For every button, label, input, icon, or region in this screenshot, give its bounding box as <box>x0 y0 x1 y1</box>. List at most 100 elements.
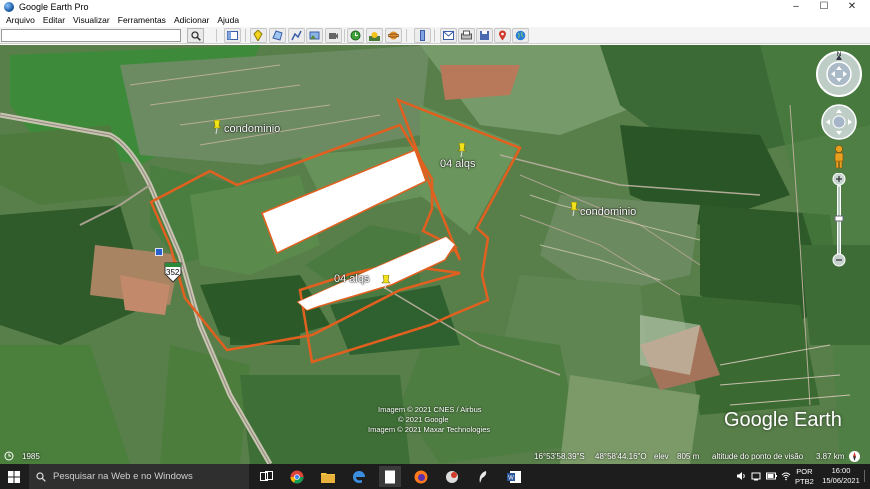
word-taskbar-button[interactable]: W <box>503 466 525 487</box>
speaker-icon[interactable] <box>736 471 746 481</box>
status-bar: 1985 16°53'58.39"S 48°58'44.16"O elev 80… <box>0 449 870 464</box>
add-image-overlay-button[interactable] <box>306 28 323 43</box>
search-input[interactable] <box>1 29 181 42</box>
feather-icon <box>479 470 487 483</box>
minimize-button[interactable]: – <box>782 0 810 13</box>
placemark-label-condominio-e[interactable]: condominio <box>580 206 636 218</box>
sun-icon <box>369 32 380 41</box>
elevation-readout: 805 m <box>677 452 700 461</box>
firefox-icon <box>414 470 428 483</box>
svg-text:W: W <box>508 475 514 481</box>
email-icon <box>443 31 454 40</box>
menu-editar[interactable]: Editar <box>43 15 65 25</box>
task-view-button[interactable] <box>255 466 277 487</box>
latitude-readout: 16°53'58.39"S <box>534 452 585 461</box>
search-icon <box>190 30 201 41</box>
planet-icon <box>388 31 399 40</box>
move-control[interactable] <box>820 103 858 141</box>
start-button[interactable] <box>0 464 28 489</box>
print-button[interactable] <box>458 28 475 43</box>
taskbar-clock[interactable]: 16:00 15/06/2021 <box>819 466 863 486</box>
edge-icon <box>353 470 365 483</box>
toolbar-separator <box>434 29 435 42</box>
street-view-pegman-icon[interactable] <box>832 145 846 169</box>
title-bar: Google Earth Pro – ☐ ✕ <box>0 0 870 13</box>
compass-status-icon[interactable] <box>848 450 861 463</box>
add-path-button[interactable] <box>288 28 305 43</box>
sunlight-button[interactable] <box>366 28 383 43</box>
chrome-icon <box>290 470 304 483</box>
save-image-button[interactable] <box>476 28 493 43</box>
elevation-label: elev <box>654 452 669 461</box>
search-button[interactable] <box>187 28 204 43</box>
explorer-taskbar-button[interactable] <box>317 466 339 487</box>
placemark-icon <box>253 30 263 41</box>
view-in-maps-button[interactable] <box>494 28 511 43</box>
add-polygon-button[interactable] <box>269 28 286 43</box>
app-taskbar-button[interactable] <box>441 466 463 487</box>
property-boundaries <box>149 97 522 364</box>
pushpin-icon[interactable] <box>381 275 391 289</box>
map-view[interactable]: condominio 04 alqs condominio 04 alqs 35… <box>0 45 870 464</box>
historical-imagery-icon <box>4 451 14 461</box>
ruler-button[interactable] <box>414 28 431 43</box>
clock-time: 16:00 <box>831 466 851 475</box>
email-button[interactable] <box>440 28 457 43</box>
keyboard-layout: PTB2 <box>795 477 814 486</box>
pushpin-icon[interactable] <box>457 143 467 157</box>
zoom-slider[interactable] <box>832 173 846 267</box>
longitude-readout: 48°58'44.16"O <box>595 452 647 461</box>
pushpin-icon[interactable] <box>569 202 579 216</box>
add-placemark-button[interactable] <box>250 28 267 43</box>
folder-icon <box>321 472 335 483</box>
notification-icon[interactable] <box>864 470 869 482</box>
sidebar-toggle-button[interactable] <box>224 28 241 43</box>
placemark-label-area-north[interactable]: 04 alqs <box>440 158 475 170</box>
attribution-line-2: © 2021 Google <box>398 415 449 424</box>
windows-taskbar: Pesquisar na Web e no Windows W POR PTB2… <box>0 464 870 489</box>
placemark-label-area-south[interactable]: 04 alqs <box>334 273 369 285</box>
close-button[interactable]: ✕ <box>838 0 866 13</box>
print-icon <box>461 30 472 40</box>
edge-taskbar-button[interactable] <box>348 466 370 487</box>
record-tour-button[interactable] <box>325 28 342 43</box>
pushpin-icon[interactable] <box>212 120 222 134</box>
look-control[interactable]: N <box>814 49 864 99</box>
clock-icon <box>350 30 361 41</box>
placemark-label-condominio-nw[interactable]: condominio <box>224 123 280 135</box>
imagery-year: 1985 <box>22 452 40 461</box>
google-earth-taskbar-button[interactable] <box>379 466 401 487</box>
chrome-taskbar-button[interactable] <box>286 466 308 487</box>
word-icon: W <box>507 470 521 483</box>
svg-text:N: N <box>837 52 841 58</box>
menu-arquivo[interactable]: Arquivo <box>6 15 35 25</box>
maximize-button[interactable]: ☐ <box>810 0 838 13</box>
eye-altitude-label: altitude do ponto de visão <box>712 452 804 461</box>
historical-imagery-button[interactable] <box>347 28 364 43</box>
menu-ferramentas[interactable]: Ferramentas <box>118 15 166 25</box>
property-boundary-east <box>298 97 522 364</box>
menu-adicionar[interactable]: Adicionar <box>174 15 209 25</box>
planets-button[interactable] <box>385 28 402 43</box>
attribution-line-1: Imagem © 2021 CNES / Airbus <box>378 405 482 414</box>
search-icon <box>36 471 46 482</box>
google-earth-icon <box>4 1 14 12</box>
road-shield-label: 352 <box>166 268 180 277</box>
toolbar-separator <box>344 29 345 42</box>
menu-visualizar[interactable]: Visualizar <box>73 15 110 25</box>
menu-ajuda[interactable]: Ajuda <box>217 15 239 25</box>
network-icon[interactable] <box>751 471 761 481</box>
windows-logo-icon <box>8 470 20 483</box>
google-earth-logo: Google Earth <box>724 409 842 431</box>
taskbar-search-box[interactable]: Pesquisar na Web e no Windows <box>29 464 249 489</box>
feather-app-taskbar-button[interactable] <box>472 466 494 487</box>
image-overlay-icon <box>309 31 320 40</box>
wifi-icon[interactable] <box>781 471 791 481</box>
firefox-taskbar-button[interactable] <box>410 466 432 487</box>
save-image-icon <box>480 31 489 40</box>
document-icon <box>385 470 395 483</box>
input-language[interactable]: POR PTB2 <box>795 467 814 487</box>
input-language-code: POR <box>796 467 813 476</box>
battery-icon[interactable] <box>766 471 777 481</box>
earth-gallery-button[interactable] <box>512 28 529 43</box>
